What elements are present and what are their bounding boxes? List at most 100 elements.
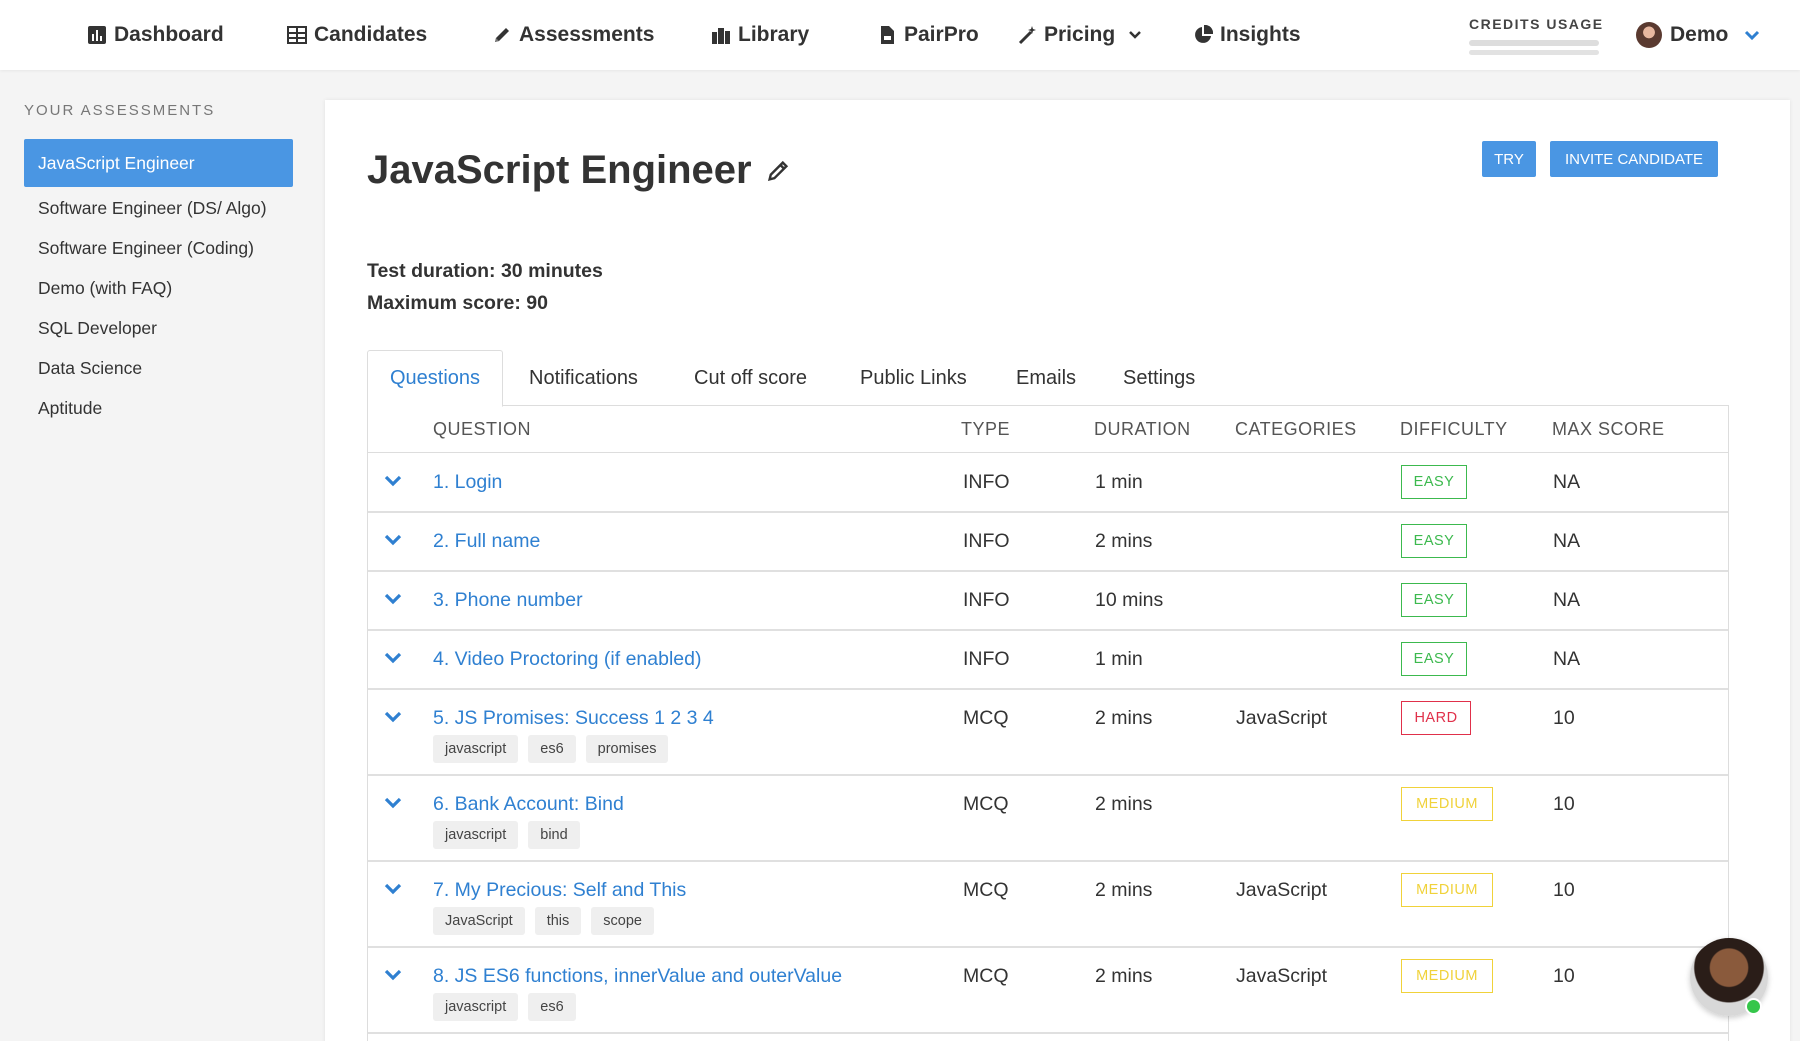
chevron-down-icon[interactable] [382, 529, 404, 551]
table-header: QUESTION TYPE DURATION CATEGORIES DIFFIC… [368, 405, 1728, 453]
sidebar-item-demo-with-faq[interactable]: Demo (with FAQ) [24, 268, 293, 308]
nav-library-label: Library [738, 23, 810, 46]
invite-candidate-button[interactable]: INVITE CANDIDATE [1550, 141, 1718, 177]
difficulty-badge: MEDIUM [1401, 873, 1493, 907]
question-title[interactable]: 4. Video Proctoring (if enabled) [433, 631, 701, 687]
credits-usage-bar-secondary [1469, 50, 1599, 55]
tag[interactable]: scope [591, 907, 654, 935]
question-max-score: 10 [1553, 878, 1575, 901]
sidebar-item-software-engineer-coding[interactable]: Software Engineer (Coding) [24, 228, 293, 268]
chart-icon [88, 26, 106, 44]
chevron-down-icon [1745, 30, 1760, 41]
question-duration: 1 min [1095, 470, 1143, 493]
nav-pricing-label: Pricing [1044, 23, 1116, 46]
tag[interactable]: es6 [528, 735, 576, 763]
tag[interactable]: javascript [433, 993, 519, 1021]
tag[interactable]: JavaScript [433, 907, 525, 935]
question-max-score: 10 [1553, 706, 1575, 729]
sidebar-item-javascript-engineer[interactable]: JavaScript Engineer [24, 139, 293, 187]
sidebar-item-software-engineer-ds-algo[interactable]: Software Engineer (DS/ Algo) [24, 188, 293, 228]
nav-library[interactable]: Library [711, 0, 809, 70]
question-category: JavaScript [1236, 878, 1328, 901]
question-type: INFO [963, 529, 1010, 552]
nav-pairpro-label: PairPro [904, 23, 979, 46]
try-button[interactable]: TRY [1482, 141, 1536, 177]
tab-questions[interactable]: Questions [367, 350, 504, 407]
table-row[interactable]: 1. Login INFO 1 min EASY NA [368, 454, 1728, 513]
chevron-down-icon[interactable] [382, 470, 404, 492]
table-row[interactable]: 8. JS ES6 functions, innerValue and oute… [368, 948, 1728, 1034]
tab-cut-off-score[interactable]: Cut off score [694, 350, 807, 406]
top-navigation: Dashboard Candidates Assessments Library… [0, 0, 1800, 70]
table-row[interactable]: 3. Phone number INFO 10 mins EASY NA [368, 572, 1728, 631]
chevron-down-icon[interactable] [382, 792, 404, 814]
nav-assessments[interactable]: Assessments [492, 0, 654, 70]
tab-emails[interactable]: Emails [1016, 350, 1076, 406]
column-header-question[interactable]: QUESTION [433, 405, 531, 453]
question-title[interactable]: 3. Phone number [433, 572, 583, 628]
question-max-score: NA [1553, 529, 1581, 552]
tab-settings[interactable]: Settings [1123, 350, 1195, 406]
chevron-down-icon[interactable] [382, 964, 404, 986]
tab-public-links[interactable]: Public Links [860, 350, 967, 406]
sidebar-item-data-science[interactable]: Data Science [24, 348, 293, 388]
nav-pricing[interactable]: Pricing [1017, 0, 1143, 70]
sidebar-item-aptitude[interactable]: Aptitude [24, 388, 293, 428]
chevron-down-icon[interactable] [382, 588, 404, 610]
column-header-difficulty[interactable]: DIFFICULTY [1400, 405, 1508, 453]
nav-pairpro[interactable]: PairPro [877, 0, 979, 70]
nav-dashboard-label: Dashboard [114, 23, 224, 46]
question-max-score: NA [1553, 470, 1581, 493]
question-type: INFO [963, 470, 1010, 493]
assessment-card: JavaScript Engineer TRY INVITE CANDIDATE… [325, 100, 1790, 1041]
column-header-duration[interactable]: DURATION [1094, 405, 1191, 453]
credits-usage[interactable]: CREDITS USAGE [1469, 16, 1602, 55]
tag[interactable]: javascript [433, 735, 519, 763]
tag[interactable]: this [534, 907, 582, 935]
tab-bar: Questions Notifications Cut off score Pu… [367, 350, 1729, 407]
nav-candidates-label: Candidates [314, 23, 428, 46]
nav-candidates[interactable]: Candidates [287, 0, 427, 70]
chevron-down-icon[interactable] [382, 706, 404, 728]
tag[interactable]: promises [585, 735, 669, 763]
difficulty-badge: HARD [1401, 701, 1471, 735]
sidebar-heading: YOUR ASSESSMENTS [24, 102, 216, 119]
question-max-score: NA [1553, 588, 1581, 611]
tag-list: javascript es6 promises [433, 735, 678, 763]
document-icon [881, 26, 894, 44]
tag-list: javascript es6 [433, 993, 586, 1021]
tag[interactable]: es6 [528, 993, 576, 1021]
question-duration: 10 mins [1095, 588, 1164, 611]
question-type: INFO [963, 588, 1010, 611]
table-row[interactable]: 6. Bank Account: Bind MCQ 2 mins MEDIUM 10 ja… [368, 776, 1728, 862]
tag[interactable]: bind [528, 821, 580, 849]
column-header-categories[interactable]: CATEGORIES [1235, 405, 1357, 453]
tag[interactable]: javascript [433, 821, 519, 849]
user-menu[interactable]: Demo [1636, 0, 1762, 70]
chevron-down-icon[interactable] [382, 647, 404, 669]
magic-wand-icon [1018, 26, 1036, 45]
table-row[interactable]: 2. Full name INFO 2 mins EASY NA [368, 513, 1728, 572]
question-category: JavaScript [1236, 706, 1328, 729]
question-type: MCQ [963, 964, 1009, 987]
question-duration: 1 min [1095, 647, 1143, 670]
maximum-score: Maximum score: 90 [367, 292, 548, 314]
table-row[interactable]: 4. Video Proctoring (if enabled) INFO 1 mi… [368, 631, 1728, 690]
question-title[interactable]: 1. Login [433, 454, 502, 510]
chevron-down-icon[interactable] [382, 878, 404, 900]
questions-table: QUESTION TYPE DURATION CATEGORIES DIFFIC… [367, 405, 1729, 1041]
table-row[interactable]: 7. My Precious: Self and This MCQ 2 mins Ja… [368, 862, 1728, 948]
edit-pencil-icon[interactable] [766, 159, 790, 183]
sidebar-item-sql-developer[interactable]: SQL Developer [24, 308, 293, 348]
question-duration: 2 mins [1095, 878, 1153, 901]
sidebar: YOUR ASSESSMENTS JavaScript Engineer Sof… [0, 70, 315, 1041]
column-header-type[interactable]: TYPE [961, 405, 1010, 453]
column-header-max-score[interactable]: MAX SCORE [1552, 405, 1665, 453]
question-max-score: 10 [1553, 792, 1575, 815]
table-row[interactable]: 5. JS Promises: Success 1 2 3 4 MCQ 2 mins… [368, 690, 1728, 776]
nav-insights[interactable]: Insights [1193, 0, 1301, 70]
question-title[interactable]: 2. Full name [433, 513, 540, 569]
tab-notifications[interactable]: Notifications [529, 350, 638, 406]
nav-dashboard[interactable]: Dashboard [87, 0, 224, 70]
difficulty-badge: EASY [1401, 583, 1467, 617]
